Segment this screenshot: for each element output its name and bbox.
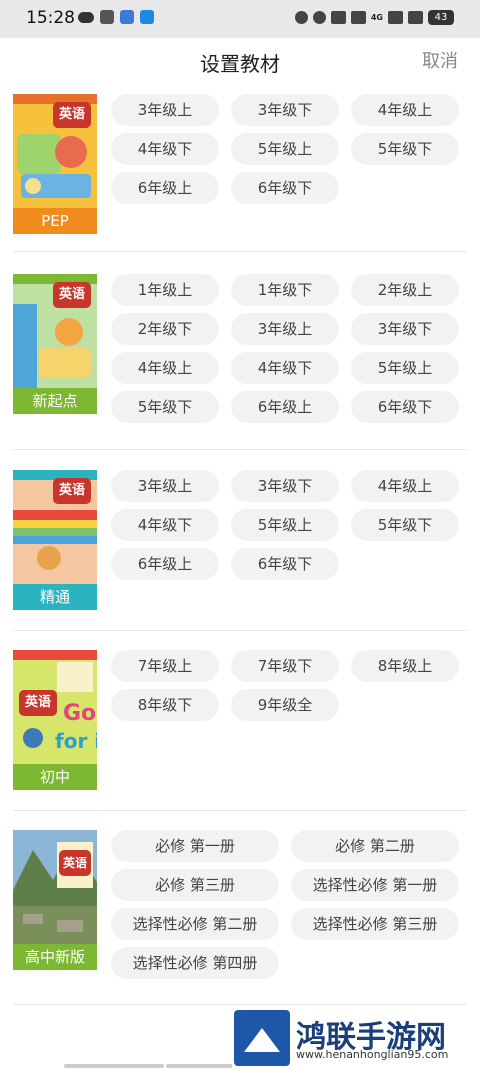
grade-chip[interactable]: 2年级下 [111, 313, 219, 345]
signal-icon [388, 11, 403, 24]
grade-chip[interactable]: 必修 第一册 [111, 830, 279, 862]
hd-icon [350, 11, 366, 24]
cover-title: 英语 [59, 850, 91, 876]
grade-chip[interactable]: 6年级下 [231, 548, 339, 580]
page-title: 设置教材 [200, 52, 280, 76]
section-divider [13, 251, 467, 252]
grade-chip[interactable]: 5年级下 [111, 391, 219, 423]
book-label: 新起点 [13, 388, 97, 414]
notification-icons [78, 10, 154, 24]
book-label: 初中 [13, 764, 97, 790]
grade-chip[interactable]: 4年级上 [351, 94, 459, 126]
section-divider [13, 449, 467, 450]
cloud-icon [78, 12, 94, 23]
grade-chip[interactable]: 4年级下 [231, 352, 339, 384]
book-cover[interactable]: 英语 高中新版 [13, 830, 97, 970]
book-section-jingtong: 英语 精通 3年级上 3年级下 4年级上 4年级下 5年级上 5年级下 6年级上… [13, 470, 467, 610]
grade-chip[interactable]: 选择性必修 第二册 [111, 908, 279, 940]
book-label: 精通 [13, 584, 97, 610]
alarm-icon [294, 11, 308, 24]
nav-handle [64, 1064, 164, 1068]
status-time: 15:28 [26, 8, 75, 28]
grade-chip[interactable]: 必修 第二册 [291, 830, 459, 862]
signal-label: 4G [370, 13, 383, 22]
grade-chip[interactable]: 6年级上 [111, 548, 219, 580]
grade-chip[interactable]: 5年级上 [231, 509, 339, 541]
book-cover[interactable]: Go for it 英语 初中 [13, 650, 97, 790]
grade-chip[interactable]: 6年级上 [231, 391, 339, 423]
book-section-gaozhong: 英语 高中新版 必修 第一册 必修 第二册 必修 第三册 选择性必修 第一册 选… [13, 830, 467, 990]
book-cover[interactable]: 英语 PEP [13, 94, 97, 234]
section-divider [13, 1004, 467, 1005]
grade-chip[interactable]: 4年级下 [111, 509, 219, 541]
grade-chip[interactable]: 2年级上 [351, 274, 459, 306]
wifi-icon [408, 11, 423, 24]
cover-art-gaozhong [13, 830, 97, 944]
svg-text:for it: for it [55, 729, 97, 753]
svg-text:Go: Go [63, 701, 96, 726]
section-divider [13, 810, 467, 811]
grade-chip[interactable]: 8年级上 [351, 650, 459, 682]
battery-icon: 43 [428, 10, 454, 25]
grade-chip[interactable]: 5年级上 [351, 352, 459, 384]
book-cover[interactable]: 英语 新起点 [13, 274, 97, 414]
home-app-icon [120, 10, 134, 24]
bluetooth-icon [330, 11, 346, 24]
grade-chip[interactable]: 1年级下 [231, 274, 339, 306]
grade-chip[interactable]: 4年级上 [111, 352, 219, 384]
grade-chip[interactable]: 选择性必修 第一册 [291, 869, 459, 901]
grade-chip[interactable]: 5年级上 [231, 133, 339, 165]
section-divider [13, 630, 467, 631]
grade-chip[interactable]: 选择性必修 第四册 [111, 947, 279, 979]
grade-chip[interactable]: 选择性必修 第三册 [291, 908, 459, 940]
cover-title: 英语 [19, 690, 57, 716]
cancel-button[interactable]: 取消 [422, 47, 458, 73]
grade-chip[interactable]: 7年级上 [111, 650, 219, 682]
grade-chip[interactable]: 7年级下 [231, 650, 339, 682]
grade-chip[interactable]: 4年级上 [351, 470, 459, 502]
status-bar: 15:28 4G 43 [0, 0, 480, 38]
title-bar: 设置教材 取消 [0, 38, 480, 84]
cover-title: 英语 [53, 478, 91, 504]
grade-chip[interactable]: 3年级上 [231, 313, 339, 345]
cover-title: 英语 [53, 102, 91, 128]
grade-chip[interactable]: 1年级上 [111, 274, 219, 306]
system-icons: 4G 43 [294, 10, 454, 25]
watermark: 鸿联手游网 www.henanhonglian95.com [232, 1008, 472, 1068]
grade-chip[interactable]: 3年级下 [351, 313, 459, 345]
grade-chip[interactable]: 3年级上 [111, 470, 219, 502]
grade-chip[interactable]: 5年级下 [351, 133, 459, 165]
grade-chip[interactable]: 8年级下 [111, 689, 219, 721]
book-label: 高中新版 [13, 944, 97, 970]
grade-chip[interactable]: 5年级下 [351, 509, 459, 541]
grade-chip[interactable]: 4年级下 [111, 133, 219, 165]
book-section-chuzhong: Go for it 英语 初中 7年级上 7年级下 8年级上 8年级下 9年级全 [13, 650, 467, 790]
grade-chip[interactable]: 6年级下 [231, 172, 339, 204]
book-section-xinqidian: 英语 新起点 1年级上 1年级下 2年级上 2年级下 3年级上 3年级下 4年级… [13, 274, 467, 423]
cover-title: 英语 [53, 282, 91, 308]
book-section-pep: 英语 PEP 3年级上 3年级下 4年级上 4年级下 5年级上 5年级下 6年级… [13, 94, 467, 234]
grade-chip[interactable]: 必修 第三册 [111, 869, 279, 901]
grade-chip[interactable]: 6年级上 [111, 172, 219, 204]
grade-chip[interactable]: 3年级下 [231, 94, 339, 126]
grade-chip[interactable]: 6年级下 [351, 391, 459, 423]
grade-chip[interactable]: 3年级上 [111, 94, 219, 126]
grade-chip[interactable]: 9年级全 [231, 689, 339, 721]
watermark-logo-icon [234, 1010, 290, 1066]
watermark-url: www.henanhonglian95.com [296, 1048, 449, 1061]
book-label: PEP [13, 208, 97, 234]
send-app-icon [140, 10, 154, 24]
mail-icon [100, 10, 114, 24]
grade-chip[interactable]: 3年级下 [231, 470, 339, 502]
book-cover[interactable]: 英语 精通 [13, 470, 97, 610]
mute-icon [312, 11, 326, 24]
